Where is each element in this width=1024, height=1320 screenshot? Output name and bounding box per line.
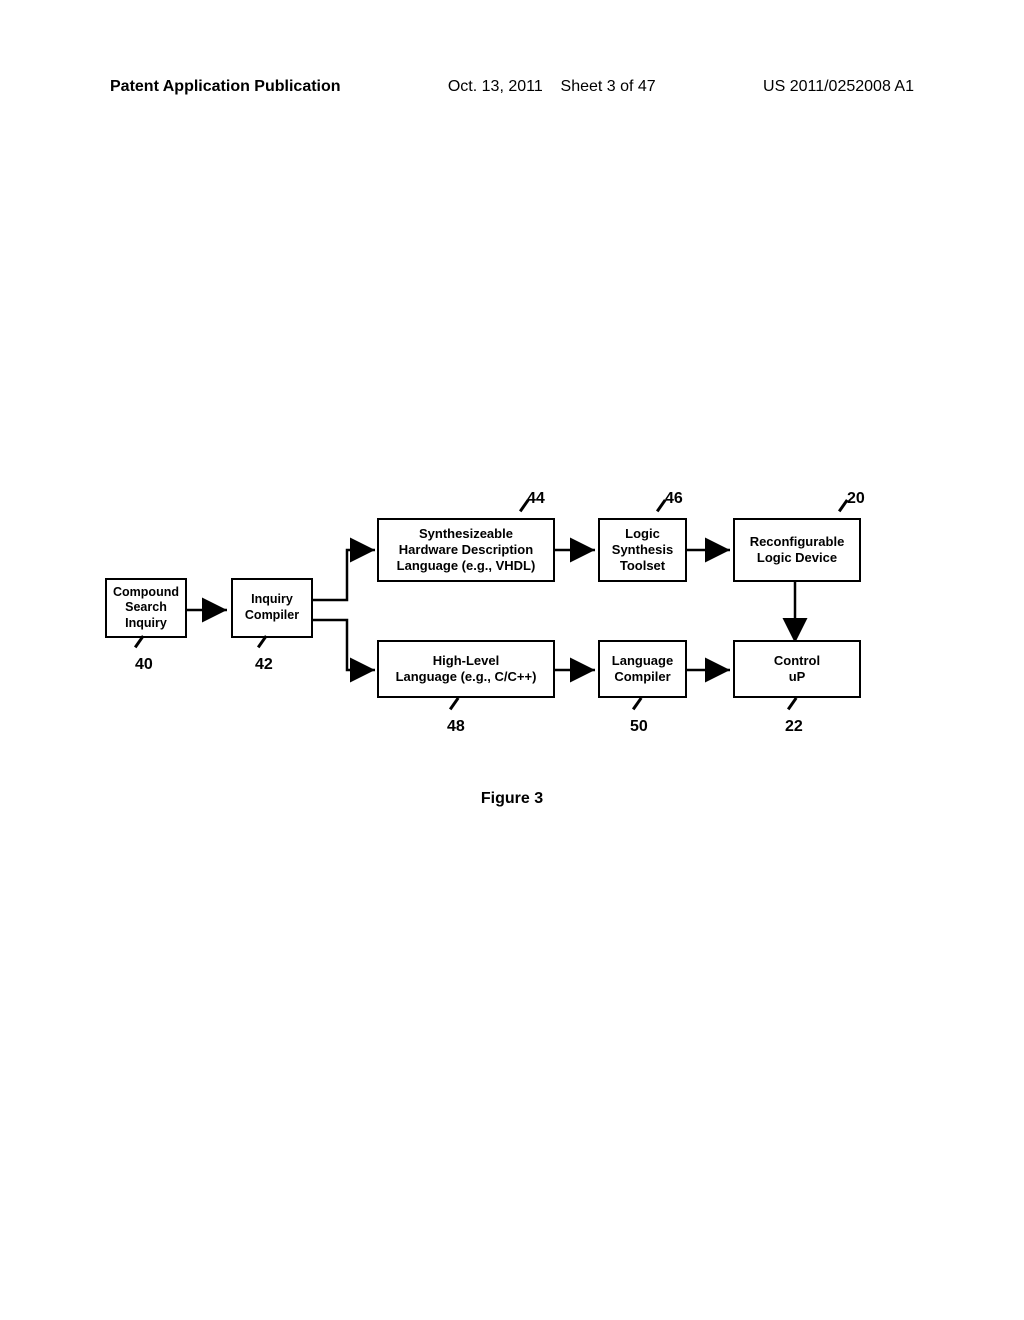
box-high-level-lang: High-Level Language (e.g., C/C++) [377, 640, 555, 698]
box-20-text: Reconfigurable Logic Device [750, 534, 845, 567]
box-46-text: Logic Synthesis Toolset [612, 526, 673, 575]
box-42-text: Inquiry Compiler [245, 592, 299, 623]
box-logic-synthesis: Logic Synthesis Toolset [598, 518, 687, 582]
header-right: US 2011/0252008 A1 [763, 78, 914, 96]
ref-40: 40 [135, 656, 153, 674]
box-50-text: Language Compiler [612, 653, 673, 686]
box-22-text: Control uP [774, 653, 820, 686]
leader-50 [632, 697, 642, 710]
box-compound-search-inquiry: Compound Search Inquiry [105, 578, 187, 638]
box-synth-hdl: Synthesizeable Hardware Description Lang… [377, 518, 555, 582]
ref-44: 44 [527, 490, 545, 508]
leader-48 [449, 697, 459, 710]
box-44-text: Synthesizeable Hardware Description Lang… [397, 526, 536, 575]
header-sheet: Sheet 3 of 47 [561, 78, 656, 95]
ref-50: 50 [630, 718, 648, 736]
box-reconfig-logic: Reconfigurable Logic Device [733, 518, 861, 582]
ref-20: 20 [847, 490, 865, 508]
header-mid: Oct. 13, 2011 Sheet 3 of 47 [448, 78, 656, 96]
ref-22: 22 [785, 718, 803, 736]
leader-22 [787, 697, 797, 710]
box-inquiry-compiler: Inquiry Compiler [231, 578, 313, 638]
header-left: Patent Application Publication [110, 78, 341, 96]
box-lang-compiler: Language Compiler [598, 640, 687, 698]
ref-46: 46 [665, 490, 683, 508]
ref-48: 48 [447, 718, 465, 736]
ref-42: 42 [255, 656, 273, 674]
box-control-up: Control uP [733, 640, 861, 698]
header-date: Oct. 13, 2011 [448, 78, 543, 95]
header-bar: Patent Application Publication Oct. 13, … [0, 78, 1024, 96]
box-40-text: Compound Search Inquiry [113, 585, 179, 632]
figure-caption: Figure 3 [0, 790, 1024, 808]
figure-3: Compound Search Inquiry 40 Inquiry Compi… [95, 490, 915, 750]
box-48-text: High-Level Language (e.g., C/C++) [396, 653, 537, 686]
